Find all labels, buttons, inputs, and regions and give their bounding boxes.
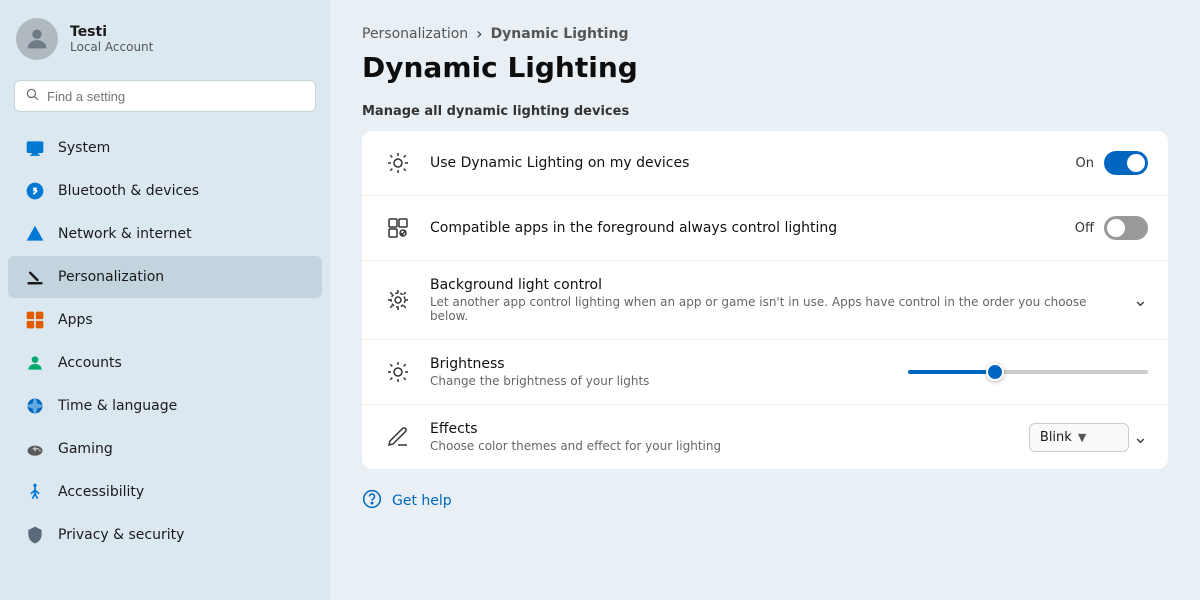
setting-compatible-apps-control: Off bbox=[1075, 216, 1148, 240]
sidebar-item-apps[interactable]: Apps bbox=[8, 299, 322, 341]
setting-effects-desc: Choose color themes and effect for your … bbox=[430, 439, 1013, 453]
setting-background-light-control[interactable]: ⌄ bbox=[1133, 290, 1148, 311]
system-icon bbox=[24, 137, 46, 159]
sidebar-item-system-label: System bbox=[58, 140, 110, 156]
breadcrumb-parent: Personalization bbox=[362, 26, 468, 42]
sidebar-item-apps-label: Apps bbox=[58, 312, 93, 328]
setting-use-dynamic-lighting: Use Dynamic Lighting on my devices On bbox=[362, 131, 1168, 196]
breadcrumb-current: Dynamic Lighting bbox=[491, 26, 629, 42]
toggle-slider-on bbox=[1104, 151, 1148, 175]
breadcrumb-separator: › bbox=[476, 24, 482, 43]
sidebar-item-accounts-label: Accounts bbox=[58, 355, 122, 371]
sidebar-item-time[interactable]: Time & language bbox=[8, 385, 322, 427]
setting-use-dynamic-text: Use Dynamic Lighting on my devices bbox=[430, 155, 1060, 171]
chevron-down-icon[interactable]: ⌄ bbox=[1133, 290, 1148, 311]
setting-compatible-apps-label: Compatible apps in the foreground always… bbox=[430, 220, 1059, 236]
setting-use-dynamic-control: On bbox=[1076, 151, 1148, 175]
get-help-icon bbox=[362, 489, 382, 513]
search-icon bbox=[25, 87, 39, 105]
setting-brightness: Brightness Change the brightness of your… bbox=[362, 340, 1168, 405]
sidebar-item-accessibility[interactable]: Accessibility bbox=[8, 471, 322, 513]
background-light-icon bbox=[382, 284, 414, 316]
sidebar-item-gaming[interactable]: Gaming bbox=[8, 428, 322, 470]
section-title: Manage all dynamic lighting devices bbox=[362, 104, 1168, 119]
privacy-icon bbox=[24, 524, 46, 546]
sidebar-item-accessibility-label: Accessibility bbox=[58, 484, 144, 500]
setting-brightness-text: Brightness Change the brightness of your… bbox=[430, 356, 892, 388]
effects-dropdown[interactable]: Blink ▼ bbox=[1029, 423, 1129, 452]
toggle-slider-off bbox=[1104, 216, 1148, 240]
setting-background-light-text: Background light control Let another app… bbox=[430, 277, 1117, 323]
bluetooth-icon bbox=[24, 180, 46, 202]
apps-icon bbox=[24, 309, 46, 331]
brightness-icon bbox=[382, 356, 414, 388]
personalization-icon bbox=[24, 266, 46, 288]
settings-card-main: Use Dynamic Lighting on my devices On bbox=[362, 131, 1168, 469]
nav-list: System Bluetooth & devices Network & int… bbox=[0, 122, 330, 561]
sidebar-item-system[interactable]: System bbox=[8, 127, 322, 169]
avatar bbox=[16, 18, 58, 60]
network-icon bbox=[24, 223, 46, 245]
sidebar-item-gaming-label: Gaming bbox=[58, 441, 113, 457]
setting-compatible-apps-text: Compatible apps in the foreground always… bbox=[430, 220, 1059, 236]
sidebar-item-bluetooth[interactable]: Bluetooth & devices bbox=[8, 170, 322, 212]
setting-use-dynamic-label: Use Dynamic Lighting on my devices bbox=[430, 155, 1060, 171]
user-subtitle: Local Account bbox=[70, 40, 153, 54]
sidebar-item-personalization-label: Personalization bbox=[58, 269, 164, 285]
accessibility-icon bbox=[24, 481, 46, 503]
dynamic-lighting-icon bbox=[382, 147, 414, 179]
compatible-apps-toggle[interactable] bbox=[1104, 216, 1148, 240]
user-name: Testi bbox=[70, 24, 153, 40]
breadcrumb: Personalization › Dynamic Lighting bbox=[362, 24, 1168, 43]
setting-brightness-label: Brightness bbox=[430, 356, 892, 372]
setting-background-light-label: Background light control bbox=[430, 277, 1117, 293]
brightness-slider[interactable] bbox=[908, 370, 1148, 374]
main-content: Personalization › Dynamic Lighting Dynam… bbox=[330, 0, 1200, 600]
use-dynamic-toggle[interactable] bbox=[1104, 151, 1148, 175]
accounts-icon bbox=[24, 352, 46, 374]
compatible-apps-icon bbox=[382, 212, 414, 244]
page-title: Dynamic Lighting bbox=[362, 51, 1168, 84]
time-icon bbox=[24, 395, 46, 417]
sidebar-item-privacy-label: Privacy & security bbox=[58, 527, 184, 543]
user-info: Testi Local Account bbox=[70, 24, 153, 54]
dropdown-arrow-icon: ▼ bbox=[1078, 431, 1086, 444]
toggle-off-label: Off bbox=[1075, 221, 1094, 236]
effects-icon bbox=[382, 421, 414, 453]
get-help-label: Get help bbox=[392, 493, 452, 509]
effects-selected-value: Blink bbox=[1040, 430, 1072, 445]
sidebar-item-accounts[interactable]: Accounts bbox=[8, 342, 322, 384]
setting-effects: Effects Choose color themes and effect f… bbox=[362, 405, 1168, 469]
setting-effects-text: Effects Choose color themes and effect f… bbox=[430, 421, 1013, 453]
setting-brightness-control bbox=[908, 370, 1148, 374]
setting-background-light: Background light control Let another app… bbox=[362, 261, 1168, 340]
search-box[interactable] bbox=[14, 80, 316, 112]
get-help-link[interactable]: Get help bbox=[362, 489, 1168, 513]
sidebar-item-bluetooth-label: Bluetooth & devices bbox=[58, 183, 199, 199]
toggle-on-label: On bbox=[1076, 156, 1094, 171]
sidebar-item-network-label: Network & internet bbox=[58, 226, 192, 242]
effects-chevron-icon[interactable]: ⌄ bbox=[1133, 427, 1148, 448]
setting-effects-label: Effects bbox=[430, 421, 1013, 437]
sidebar-item-time-label: Time & language bbox=[58, 398, 177, 414]
setting-compatible-apps: Compatible apps in the foreground always… bbox=[362, 196, 1168, 261]
setting-brightness-desc: Change the brightness of your lights bbox=[430, 374, 892, 388]
sidebar-item-personalization[interactable]: Personalization bbox=[8, 256, 322, 298]
search-input[interactable] bbox=[47, 89, 305, 104]
sidebar-item-network[interactable]: Network & internet bbox=[8, 213, 322, 255]
sidebar-item-privacy[interactable]: Privacy & security bbox=[8, 514, 322, 556]
gaming-icon bbox=[24, 438, 46, 460]
user-section: Testi Local Account bbox=[0, 0, 330, 76]
setting-background-light-desc: Let another app control lighting when an… bbox=[430, 295, 1117, 323]
sidebar: Testi Local Account System bbox=[0, 0, 330, 600]
setting-effects-control: Blink ▼ ⌄ bbox=[1029, 423, 1148, 452]
